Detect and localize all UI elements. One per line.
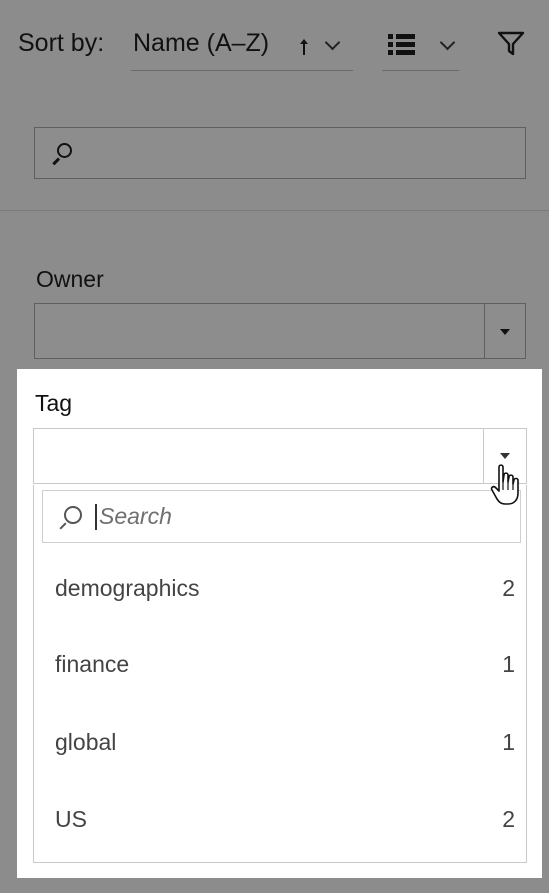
tag-option-count: 1 [502, 651, 515, 677]
tag-option-name: demographics [55, 575, 200, 601]
sort-value: Name (A–Z) [133, 29, 270, 57]
tag-option-count: 1 [502, 729, 515, 755]
owner-dropdown-button[interactable] [484, 304, 525, 358]
owner-select[interactable] [34, 303, 526, 359]
toolbar: Sort by: Name (A–Z) [0, 0, 549, 90]
tag-option-demographics[interactable]: demographics 2 [55, 568, 515, 608]
caret-down-icon [500, 453, 510, 459]
search-icon [57, 143, 72, 158]
search-icon [64, 506, 82, 524]
tag-option-name: finance [55, 651, 130, 677]
search-input[interactable] [34, 127, 526, 179]
sort-label: Sort by: [18, 29, 105, 57]
caret-down-icon [500, 329, 510, 335]
section-divider [0, 210, 549, 211]
tag-option-name: US [55, 806, 87, 832]
view-chevron-down-icon [439, 34, 456, 51]
tag-option-count: 2 [502, 575, 515, 601]
tag-search-field[interactable] [42, 490, 521, 543]
tag-option-us[interactable]: US 2 [55, 799, 515, 839]
tag-select[interactable] [33, 428, 527, 484]
filter-funnel-icon[interactable] [497, 30, 525, 58]
arrow-up-icon [300, 39, 308, 55]
hand-cursor-icon [490, 464, 519, 505]
tag-option-name: global [55, 729, 117, 755]
tag-label: Tag [35, 390, 73, 416]
tag-option-count: 2 [502, 806, 515, 832]
tag-option-global[interactable]: global 1 [55, 722, 515, 762]
sort-underline [131, 70, 353, 71]
view-underline [382, 70, 459, 71]
text-caret [95, 504, 97, 530]
owner-label: Owner [36, 266, 104, 292]
tag-option-finance[interactable]: finance 1 [55, 644, 515, 684]
list-view-icon [388, 34, 415, 55]
sort-chevron-down-icon [324, 34, 341, 51]
filter-pane: Sort by: Name (A–Z) Owner Tag Search dem… [0, 0, 549, 893]
tag-search-input[interactable] [99, 499, 499, 533]
